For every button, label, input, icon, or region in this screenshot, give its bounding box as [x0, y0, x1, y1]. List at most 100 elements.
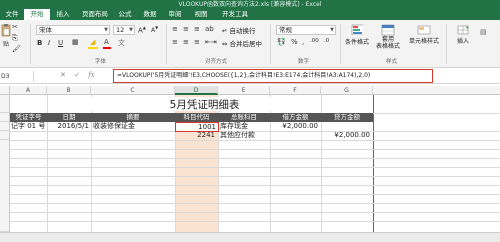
column-header-c[interactable]: C — [91, 86, 175, 95]
chevron-down-icon[interactable]: ▼ — [330, 26, 334, 34]
gridline — [10, 185, 500, 186]
percent-icon[interactable]: % — [291, 38, 298, 46]
cell-credit[interactable]: ¥2,000.00 — [321, 131, 372, 140]
cell-credit[interactable] — [321, 122, 372, 131]
formula-input[interactable]: =VLOOKUP('5月凭证明细'!E3,CHOOSE({1,2},会计科目!E… — [113, 69, 433, 83]
header-date[interactable]: 日期 — [47, 113, 91, 122]
tab-developer[interactable]: 开发工具 — [218, 9, 252, 20]
header-account-code[interactable]: 科目代码 — [175, 113, 218, 122]
tab-home[interactable]: 开始 — [24, 9, 50, 20]
font-color-icon[interactable]: A — [104, 38, 109, 46]
shrink-font-icon[interactable]: A▼ — [151, 25, 158, 34]
paste-label: 贴 — [2, 41, 9, 48]
tab-page-layout[interactable]: 页面布局 — [78, 9, 112, 20]
column-header-b[interactable]: B — [47, 86, 91, 95]
tab-file[interactable]: 文件 — [2, 9, 22, 20]
close-icon[interactable]: ✕ — [60, 71, 66, 79]
bold-icon[interactable]: B — [37, 39, 42, 47]
cell-voucher-no[interactable]: 记字 01 号 — [11, 122, 47, 131]
fill-color-icon[interactable]: ◢ — [90, 38, 95, 46]
delete-cells-icon[interactable]: ▤ — [480, 28, 487, 36]
cell-ledger-account[interactable]: 库存现金 — [219, 122, 269, 131]
cell-debit[interactable]: ¥2,000.00 — [270, 122, 320, 131]
row-header[interactable] — [0, 95, 10, 113]
table-format-icon — [381, 24, 395, 36]
align-center-icon[interactable]: ≡ — [183, 38, 189, 46]
phonetic-icon[interactable]: 文 — [118, 38, 125, 48]
cell-styles-button[interactable]: 单元格样式 — [406, 24, 442, 45]
ribbon: 贴 ✂ ⎘ 🖌 宋体 ▼ 12 ▼ A▲ A▼ B I U ▦ ◢ A 文 字体… — [0, 20, 500, 68]
cell-date[interactable]: 2016/5/1 — [47, 122, 90, 131]
table-format-button[interactable]: 套用 表格格式 — [373, 24, 403, 50]
tab-review[interactable]: 审阅 — [166, 9, 184, 20]
underline-icon[interactable]: U — [58, 39, 63, 47]
row-header[interactable] — [0, 140, 10, 232]
table-format-label: 套用 表格格式 — [375, 36, 400, 50]
align-right-icon[interactable]: ≡ — [194, 38, 200, 46]
cell-ledger-account[interactable]: 其他应付款 — [219, 131, 269, 140]
align-top-icon[interactable]: ≡ — [172, 25, 178, 33]
tab-data[interactable]: 数据 — [141, 9, 159, 20]
decrease-decimal-icon[interactable]: .0 — [324, 38, 329, 44]
wrap-text-label: 自动换行 — [229, 27, 256, 35]
row-header[interactable] — [0, 113, 10, 122]
tab-insert[interactable]: 插入 — [54, 9, 72, 20]
divider — [166, 24, 167, 64]
align-left-icon[interactable]: ≡ — [172, 38, 178, 46]
cell-debit[interactable] — [270, 131, 320, 140]
paste-button[interactable]: 贴 — [1, 23, 11, 48]
insert-cells-button[interactable]: + 插入 — [453, 24, 473, 45]
orientation-icon[interactable]: ab — [205, 25, 214, 33]
tab-formulas[interactable]: 公式 — [116, 9, 134, 20]
header-summary[interactable]: 摘要 — [91, 113, 175, 122]
header-ledger-account[interactable]: 总账科目 — [218, 113, 270, 122]
font-name-combo[interactable]: 宋体 ▼ — [36, 25, 110, 35]
column-header-f[interactable]: F — [270, 86, 321, 95]
conditional-format-button[interactable]: 条件格式 — [343, 24, 371, 46]
row-header[interactable] — [0, 131, 10, 140]
wrap-text-button[interactable]: ↵ 自动换行 — [222, 25, 256, 35]
font-size-combo[interactable]: 12 ▼ — [113, 25, 135, 35]
italic-icon[interactable]: I — [48, 39, 50, 47]
cell-styles-icon — [417, 25, 431, 35]
indent-icon[interactable]: ⇤⇥ — [205, 38, 217, 46]
tab-view[interactable]: 视图 — [192, 9, 210, 20]
column-header-e[interactable]: E — [218, 86, 270, 95]
grow-font-icon[interactable]: A▲ — [138, 25, 146, 34]
chevron-down-icon[interactable]: ▼ — [129, 26, 133, 34]
select-all-corner[interactable] — [0, 86, 10, 95]
number-format-combo[interactable]: 常规 ▼ — [276, 25, 336, 35]
comma-icon[interactable]: , — [302, 38, 304, 46]
gridline — [10, 167, 500, 168]
title-bar: VLOOKUP函数双向查询方法2.xls [兼容模式] - Excel — [0, 0, 500, 8]
column-header-g[interactable]: G — [321, 86, 373, 95]
increase-decimal-icon[interactable]: .00 — [310, 38, 319, 44]
check-icon[interactable]: ✓ — [74, 71, 80, 79]
chevron-down-icon[interactable]: ▼ — [104, 26, 108, 34]
borders-icon[interactable]: ▦ — [72, 38, 79, 46]
currency-icon[interactable]: 💱 — [277, 38, 286, 46]
gridline — [10, 140, 500, 141]
header-voucher-no[interactable]: 凭证字号 — [10, 113, 47, 122]
copy-icon[interactable]: ⎘ — [12, 34, 18, 43]
cut-icon[interactable]: ✂ — [12, 23, 18, 31]
column-header-a[interactable]: A — [10, 86, 47, 95]
conditional-format-label: 条件格式 — [344, 39, 369, 46]
table-header-row: 凭证字号 日期 摘要 科目代码 总账科目 借方金额 贷方金额 — [10, 113, 373, 122]
align-middle-icon[interactable]: ≡ — [183, 25, 189, 33]
horizontal-scrollbar[interactable] — [0, 232, 500, 242]
cell-summary[interactable]: 收装修保证金 — [93, 122, 175, 131]
cell-account-code[interactable]: 2241 — [175, 131, 217, 140]
fill-color-swatch — [88, 47, 98, 49]
sheet-title[interactable]: 5月凭证明细表 — [91, 97, 318, 111]
merge-center-button[interactable]: ⇔ 合并后居中 — [222, 38, 262, 48]
name-box[interactable]: D3 — [0, 71, 34, 82]
header-debit[interactable]: 借方金额 — [270, 113, 321, 122]
fx-icon[interactable]: fx — [88, 71, 95, 79]
row-header[interactable] — [0, 122, 10, 131]
header-credit[interactable]: 贷方金额 — [321, 113, 373, 122]
insert-cells-label: 插入 — [456, 38, 469, 45]
format-painter-icon[interactable]: 🖌 — [12, 45, 21, 53]
align-bottom-icon[interactable]: ≡ — [194, 25, 200, 33]
column-header-d[interactable]: D — [175, 86, 218, 95]
